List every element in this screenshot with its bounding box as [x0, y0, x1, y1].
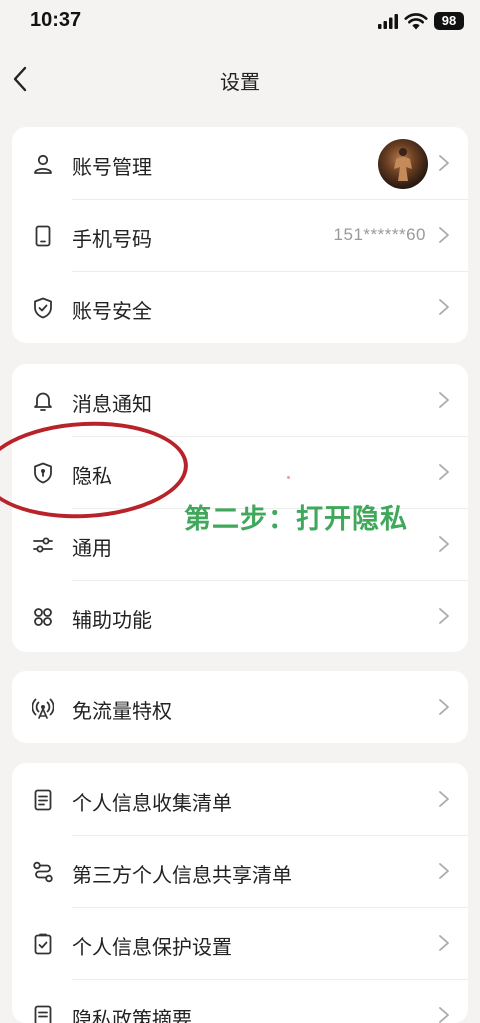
- personal-info-group: 个人信息收集清单 第三方个人信息共享清单 个人信息保护设置: [12, 763, 468, 1023]
- row-label: 消息通知: [72, 388, 152, 417]
- avatar: [378, 139, 428, 189]
- chevron-right-icon: [438, 298, 450, 316]
- row-label: 账号管理: [72, 151, 152, 180]
- row-label: 第三方个人信息共享清单: [72, 859, 292, 888]
- share-route-icon: [32, 861, 54, 883]
- settings-row-accessibility[interactable]: 辅助功能: [12, 580, 468, 652]
- wifi-icon: [404, 12, 428, 30]
- person-icon: [32, 153, 54, 175]
- document-icon: [32, 789, 54, 811]
- settings-row-privacy-policy-summary[interactable]: 隐私政策摘要: [12, 979, 468, 1023]
- chevron-right-icon: [438, 934, 450, 952]
- checklist-icon: [32, 933, 54, 955]
- row-label: 账号安全: [72, 295, 152, 324]
- chevron-right-icon: [438, 535, 450, 553]
- settings-row-phone-number[interactable]: 手机号码 151******60: [12, 199, 468, 271]
- row-label: 个人信息收集清单: [72, 787, 232, 816]
- row-label: 辅助功能: [72, 604, 152, 633]
- navigation-bar: 设置: [0, 52, 480, 104]
- row-label: 通用: [72, 532, 112, 561]
- data-privilege-group: 免流量特权: [12, 671, 468, 743]
- settings-row-info-collection-list[interactable]: 个人信息收集清单: [12, 763, 468, 835]
- cellular-signal-icon: [378, 14, 398, 29]
- sliders-icon: [32, 534, 54, 556]
- account-settings-group: 账号管理 手机号码 151******60 账号安全: [12, 127, 468, 343]
- chevron-right-icon: [438, 226, 450, 244]
- status-time: 10:37: [30, 9, 81, 32]
- stray-mark: [287, 476, 290, 479]
- chevron-right-icon: [438, 607, 450, 625]
- row-label: 隐私政策摘要: [72, 1003, 192, 1023]
- battery-indicator: 98: [434, 12, 464, 30]
- chevron-right-icon: [438, 698, 450, 716]
- shield-check-icon: [32, 297, 54, 319]
- row-label: 手机号码: [72, 223, 152, 252]
- bell-icon: [32, 390, 54, 412]
- step-annotation: 第二步：打开隐私: [184, 497, 408, 536]
- grid-icon: [32, 606, 54, 628]
- row-label: 免流量特权: [72, 695, 172, 724]
- phone-icon: [32, 225, 54, 247]
- chevron-right-icon: [438, 463, 450, 481]
- chevron-right-icon: [438, 1006, 450, 1023]
- page-title: 设置: [0, 66, 480, 95]
- chevron-right-icon: [438, 790, 450, 808]
- status-bar: 10:37 98: [0, 0, 480, 44]
- row-label: 个人信息保护设置: [72, 931, 232, 960]
- settings-row-account-management[interactable]: 账号管理: [12, 127, 468, 199]
- phone-number-value: 151******60: [334, 225, 426, 245]
- chevron-right-icon: [438, 862, 450, 880]
- broadcast-icon: [32, 697, 54, 719]
- chevron-right-icon: [438, 154, 450, 172]
- settings-row-account-security[interactable]: 账号安全: [12, 271, 468, 343]
- chevron-right-icon: [438, 391, 450, 409]
- settings-row-info-protection-settings[interactable]: 个人信息保护设置: [12, 907, 468, 979]
- settings-row-third-party-sharing-list[interactable]: 第三方个人信息共享清单: [12, 835, 468, 907]
- settings-row-data-free-privilege[interactable]: 免流量特权: [12, 671, 468, 743]
